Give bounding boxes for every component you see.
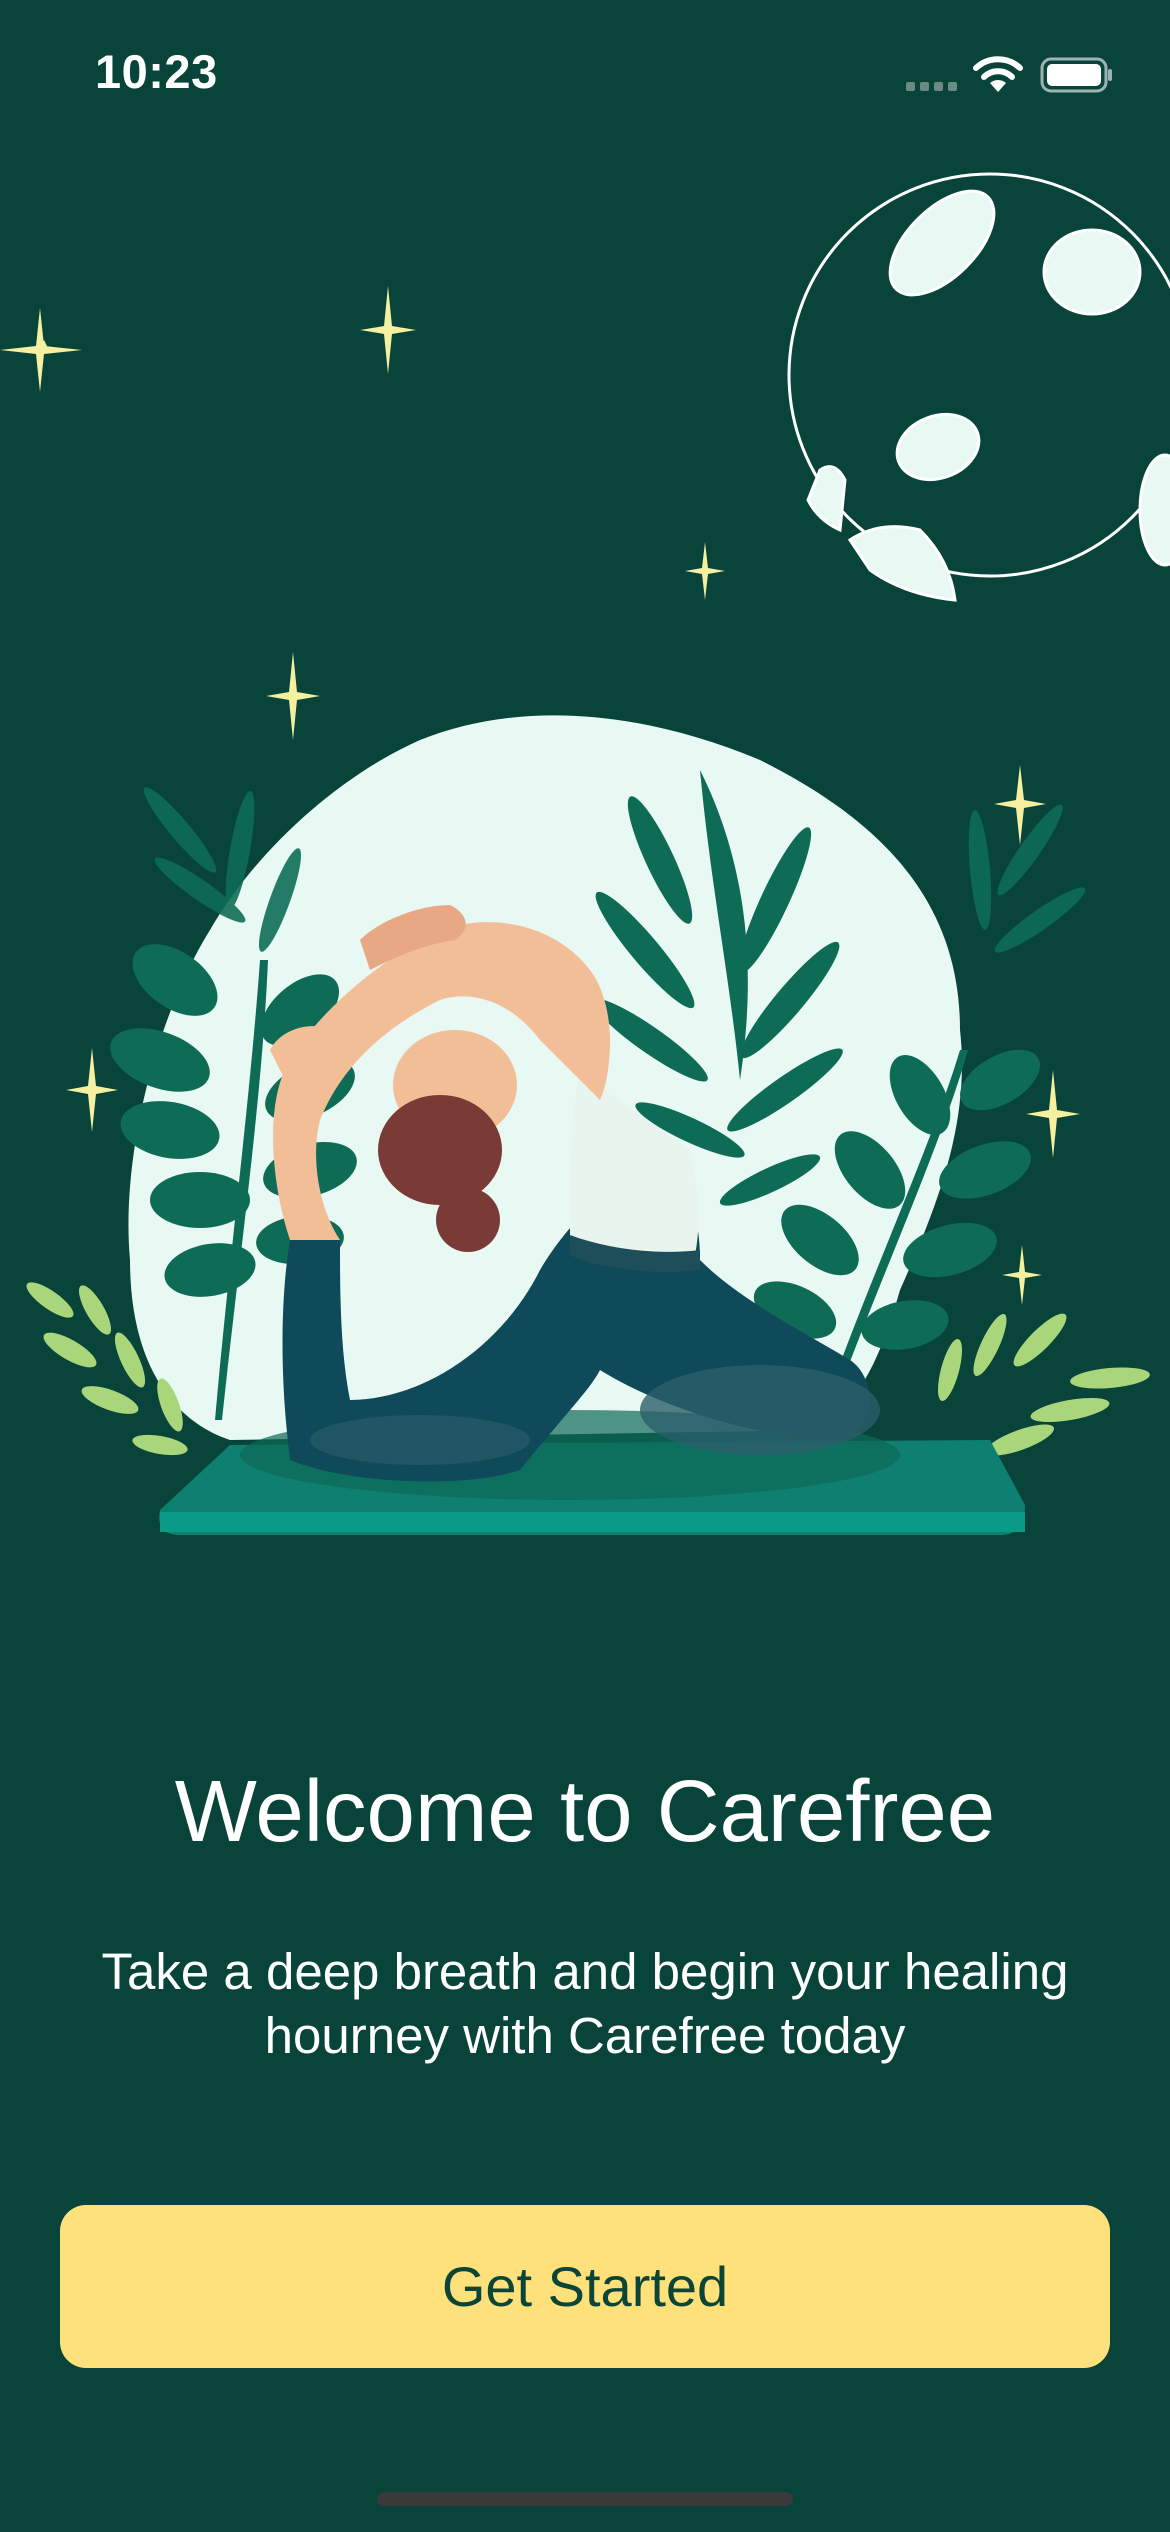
status-bar: 10:23 — [0, 0, 1170, 150]
status-time: 10:23 — [95, 45, 218, 98]
moon-graphic — [787, 172, 1170, 602]
welcome-subtitle: Take a deep breath and begin your healin… — [101, 1943, 1069, 2064]
welcome-title: Welcome to Carefree — [174, 1763, 996, 1860]
home-indicator[interactable] — [377, 2492, 793, 2506]
wifi-icon — [973, 56, 1023, 92]
cellular-signal-icon — [906, 82, 957, 91]
yoga-illustration — [0, 172, 1170, 1535]
get-started-button[interactable]: Get Started — [60, 2205, 1110, 2368]
battery-icon — [1040, 57, 1112, 93]
